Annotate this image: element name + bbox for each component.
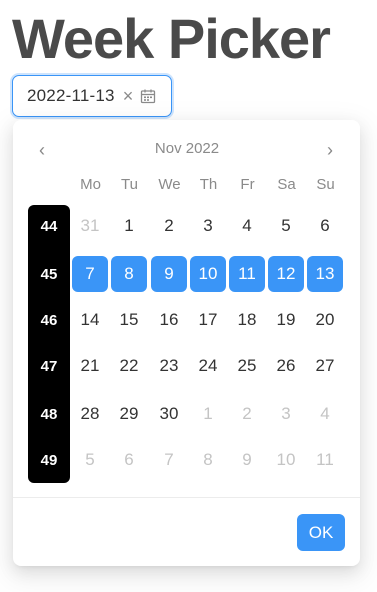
next-month-button[interactable]: › bbox=[318, 138, 342, 162]
prev-month-button[interactable]: ‹ bbox=[30, 138, 54, 162]
weekday-label: Mo bbox=[80, 176, 101, 193]
day-cell[interactable]: 5 bbox=[72, 442, 108, 478]
day-cell[interactable]: 17 bbox=[190, 302, 226, 338]
day-cell[interactable]: 6 bbox=[307, 208, 343, 244]
day-cell[interactable]: 21 bbox=[72, 348, 108, 384]
day-cell[interactable]: 11 bbox=[307, 442, 343, 478]
day-cell[interactable]: 4 bbox=[307, 396, 343, 432]
day-cell[interactable]: 1 bbox=[190, 396, 226, 432]
selected-day-cell[interactable]: 9 bbox=[151, 256, 187, 292]
day-cell[interactable]: 26 bbox=[268, 348, 304, 384]
day-cell[interactable]: 18 bbox=[229, 302, 265, 338]
weekday-label: Fr bbox=[240, 176, 255, 193]
month-year-label[interactable]: Nov 2022 bbox=[113, 140, 261, 157]
selected-day-cell[interactable]: 13 bbox=[307, 256, 343, 292]
day-cell[interactable]: 1 bbox=[111, 208, 147, 244]
close-icon[interactable]: × bbox=[123, 87, 134, 105]
selected-day-cell[interactable]: 11 bbox=[229, 256, 265, 292]
day-cell[interactable]: 15 bbox=[111, 302, 147, 338]
weekday-label: Tu bbox=[121, 176, 138, 193]
day-cell[interactable]: 22 bbox=[111, 348, 147, 384]
page-title: Week Picker bbox=[12, 7, 331, 70]
selected-day-cell[interactable]: 8 bbox=[111, 256, 147, 292]
selected-day-cell[interactable]: 12 bbox=[268, 256, 304, 292]
day-cell[interactable]: 3 bbox=[268, 396, 304, 432]
day-cell[interactable]: 14 bbox=[72, 302, 108, 338]
day-cell[interactable]: 7 bbox=[151, 442, 187, 478]
day-cell[interactable]: 27 bbox=[307, 348, 343, 384]
day-cell[interactable]: 31 bbox=[72, 208, 108, 244]
weekday-label: Th bbox=[199, 176, 218, 193]
day-cell[interactable]: 10 bbox=[268, 442, 304, 478]
week-number: 47 bbox=[40, 358, 58, 375]
selected-day-cell[interactable]: 7 bbox=[72, 256, 108, 292]
day-cell[interactable]: 24 bbox=[190, 348, 226, 384]
day-cell[interactable]: 2 bbox=[151, 208, 187, 244]
day-cell[interactable]: 9 bbox=[229, 442, 265, 478]
week-number-column: 44 45 46 47 48 49 bbox=[28, 205, 70, 483]
weekday-label: We bbox=[158, 176, 181, 193]
date-input-value[interactable]: 2022-11-13 bbox=[27, 86, 115, 106]
day-cell[interactable]: 29 bbox=[111, 396, 147, 432]
day-cell[interactable]: 25 bbox=[229, 348, 265, 384]
day-cell[interactable]: 16 bbox=[151, 302, 187, 338]
ok-button[interactable]: OK bbox=[297, 514, 345, 551]
week-number: 45 bbox=[40, 266, 58, 283]
day-cell[interactable]: 19 bbox=[268, 302, 304, 338]
week-picker-dropdown: ‹ Nov 2022 › Mo Tu We Th Fr Sa Su 44 45 46 47 48 49… bbox=[13, 120, 360, 566]
day-cell[interactable]: 6 bbox=[111, 442, 147, 478]
day-cell[interactable]: 28 bbox=[72, 396, 108, 432]
day-cell[interactable]: 2 bbox=[229, 396, 265, 432]
day-cell[interactable]: 20 bbox=[307, 302, 343, 338]
day-cell[interactable]: 23 bbox=[151, 348, 187, 384]
day-cell[interactable]: 3 bbox=[190, 208, 226, 244]
selected-day-cell[interactable]: 10 bbox=[190, 256, 226, 292]
week-number: 46 bbox=[40, 312, 58, 329]
weekday-label: Sa bbox=[277, 176, 296, 193]
footer-divider bbox=[13, 497, 360, 498]
week-number: 44 bbox=[40, 218, 58, 235]
week-date-input[interactable]: 2022-11-13 × bbox=[12, 75, 172, 117]
day-cell[interactable]: 30 bbox=[151, 396, 187, 432]
day-cell[interactable]: 5 bbox=[268, 208, 304, 244]
week-number: 48 bbox=[40, 406, 58, 423]
day-cell[interactable]: 4 bbox=[229, 208, 265, 244]
calendar-icon[interactable] bbox=[140, 88, 156, 104]
weekday-label: Su bbox=[316, 176, 335, 193]
day-cell[interactable]: 8 bbox=[190, 442, 226, 478]
week-number: 49 bbox=[40, 452, 58, 469]
